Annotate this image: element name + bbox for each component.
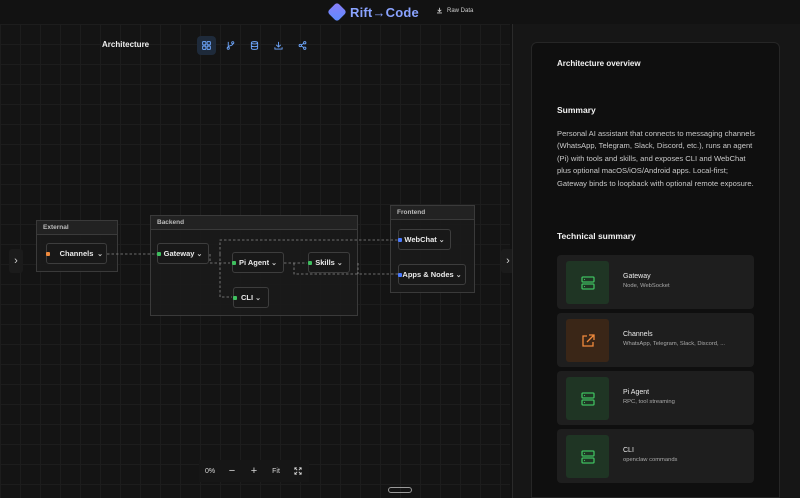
card-name: Gateway [623,273,651,280]
share-icon [298,41,307,50]
tech-card-cli[interactable]: CLI openclaw commands [557,429,754,483]
download-button[interactable] [269,36,288,55]
node-label: Channels [59,249,94,258]
top-bar: Rift→Code Raw Data [0,0,800,24]
chevron-down-icon: ⌄ [438,236,445,244]
node-label: CLI [241,293,254,302]
zoom-in-button[interactable]: + [243,460,265,482]
download-icon [437,7,442,14]
card-detail: RPC, tool streaming [623,399,675,405]
server-icon [566,261,609,304]
card-detail: Node, WebSocket [623,283,670,289]
git-branch-button[interactable] [221,36,240,55]
server-icon [566,435,609,478]
zoom-out-button[interactable]: − [221,460,243,482]
chevron-down-icon: ⌄ [271,259,277,267]
card-name: CLI [623,447,634,454]
group-label: Frontend [391,206,474,220]
panel-title: Architecture overview [557,59,641,68]
share-button[interactable] [293,36,312,55]
brand-name: Rift→Code [350,4,419,20]
chevron-right-icon: › [14,255,18,267]
chevron-down-icon: ⌄ [455,271,462,279]
scroll-handle[interactable] [388,487,412,493]
logo-icon [327,2,347,22]
card-detail: openclaw commands [623,457,678,463]
node-gateway[interactable]: Gateway ⌄ [157,243,209,264]
canvas-title: Architecture [102,40,150,49]
fullscreen-button[interactable] [287,460,309,482]
chevron-down-icon: ⌄ [255,294,261,302]
zoom-level: 0% [204,467,216,475]
fit-button[interactable]: Fit [265,460,287,482]
port-in [233,296,237,300]
card-detail: WhatsApp, Telegram, Slack, Discord, ... [623,341,726,347]
chevron-down-icon: ⌄ [336,259,343,267]
tech-card-channels[interactable]: Channels WhatsApp, Telegram, Slack, Disc… [557,313,754,367]
technical-summary-heading: Technical summary [557,231,636,241]
left-panel-toggle[interactable]: › [9,249,23,273]
summary-heading: Summary [557,105,596,115]
chevron-right-icon: › [506,255,510,267]
chevron-down-icon: ⌄ [196,250,203,258]
group-label: Backend [151,216,357,230]
database-button[interactable] [245,36,264,55]
summary-text: Personal AI assistant that connects to m… [557,129,755,188]
external-link-icon [566,319,609,362]
node-skills[interactable]: Skills ⌄ [308,252,350,273]
raw-data-button[interactable]: Raw Data [436,7,473,14]
node-apps-nodes[interactable]: Apps & Nodes ⌄ [398,264,466,285]
raw-data-label: Raw Data [447,7,474,14]
port-out [46,252,50,256]
node-label: WebChat [404,235,437,244]
server-icon [566,377,609,420]
node-label: Gateway [163,249,195,258]
zoom-controls: 0% − + Fit [199,460,309,482]
port-in [308,261,312,265]
node-pi-agent[interactable]: Pi Agent ⌄ [232,252,284,273]
port-in [232,261,236,265]
database-icon [250,41,259,50]
canvas-toolbar [197,36,312,55]
brand[interactable]: Rift→Code [327,2,419,22]
download-icon [274,41,283,50]
grid-layout-button[interactable] [197,36,216,55]
node-webchat[interactable]: WebChat ⌄ [398,229,451,250]
node-channels[interactable]: Channels ⌄ [46,243,107,264]
chevron-down-icon: ⌄ [97,250,103,258]
branch-icon [226,41,235,50]
expand-icon [294,467,302,475]
port-in [398,273,402,277]
card-name: Channels [623,331,653,338]
port-in [157,252,161,256]
port-in [398,238,402,242]
card-name: Pi Agent [623,389,650,396]
tech-card-gateway[interactable]: Gateway Node, WebSocket [557,255,754,309]
node-label: Pi Agent [238,258,270,267]
grid-icon [202,41,211,50]
group-label: External [37,221,117,235]
tech-card-pi-agent[interactable]: Pi Agent RPC, tool streaming [557,371,754,425]
node-label: Apps & Nodes [402,270,454,279]
node-cli[interactable]: CLI ⌄ [233,287,269,308]
node-label: Skills [315,258,335,267]
